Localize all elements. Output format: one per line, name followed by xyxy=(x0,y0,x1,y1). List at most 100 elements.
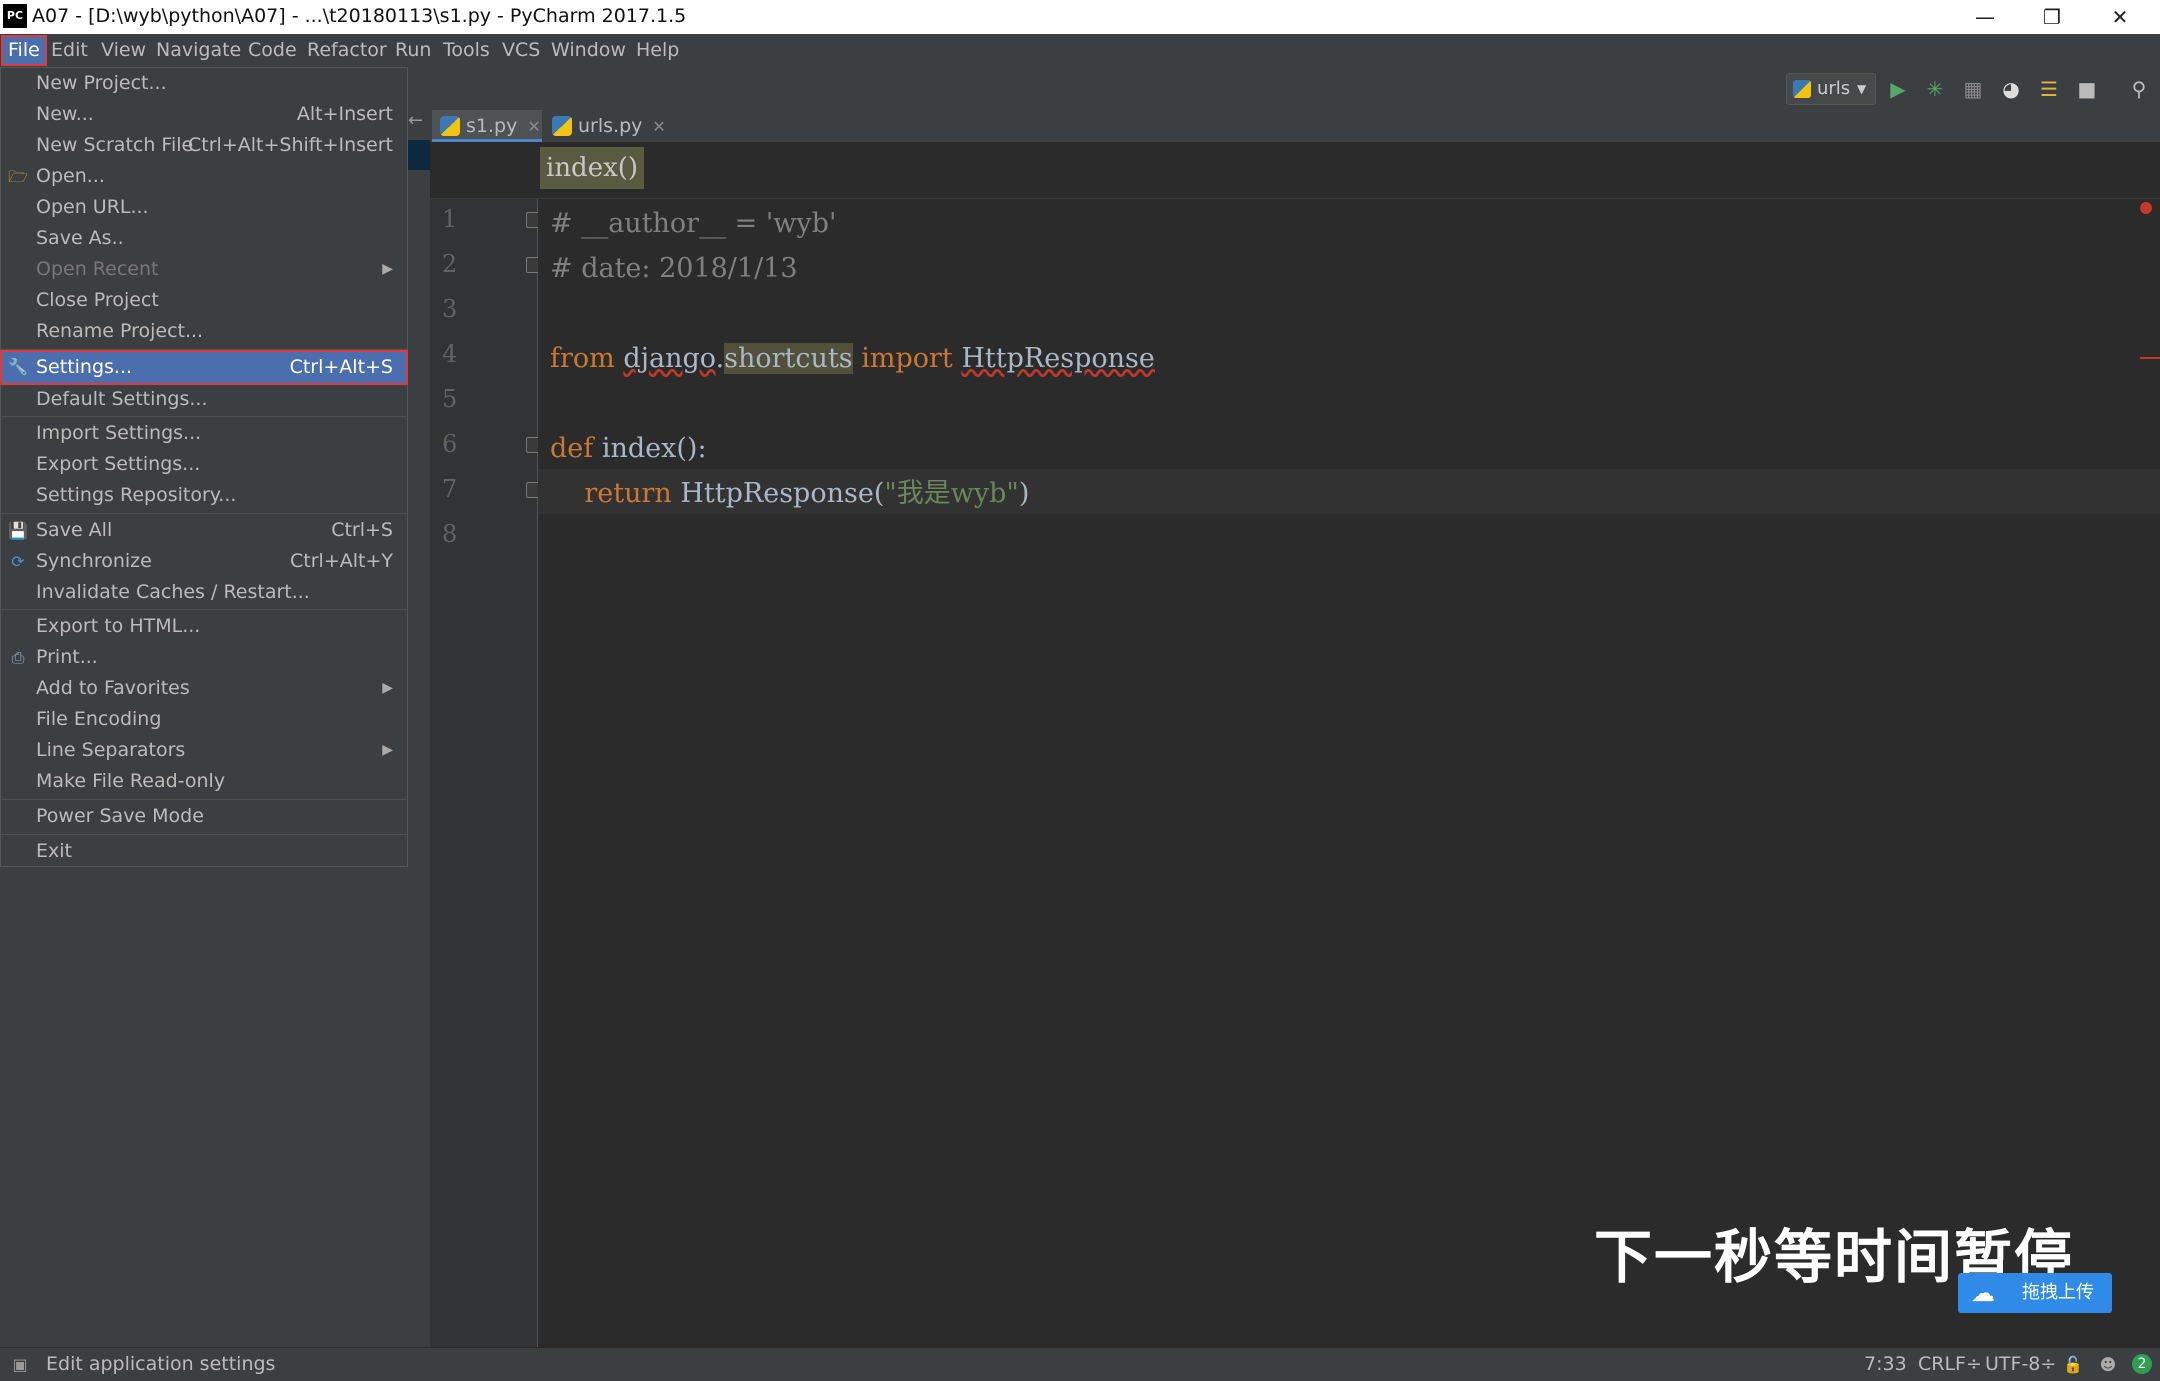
close-tab-icon[interactable]: ✕ xyxy=(652,117,665,136)
line-number: 6 xyxy=(442,430,458,458)
debug-icon[interactable]: ✳ xyxy=(1922,76,1948,102)
close-tab-icon[interactable]: ✕ xyxy=(527,117,540,136)
error-stripe-marker[interactable] xyxy=(2140,357,2160,359)
menu-item-new-project[interactable]: New Project... xyxy=(1,68,407,99)
menu-tools[interactable]: Tools xyxy=(438,37,495,64)
restore-button[interactable]: ❐ xyxy=(2022,0,2082,34)
error-indicator-icon[interactable] xyxy=(2140,202,2152,214)
sync-icon: ⟳ xyxy=(11,552,25,571)
menu-view[interactable]: View xyxy=(96,37,151,64)
menu-separator xyxy=(1,349,407,350)
menu-item-add-to-favorites[interactable]: Add to Favorites ▶ xyxy=(1,673,407,704)
menu-item-file-encoding[interactable]: File Encoding xyxy=(1,704,407,735)
close-window-button[interactable]: ✕ xyxy=(2090,0,2150,34)
menu-refactor[interactable]: Refactor xyxy=(302,37,392,64)
menu-item-make-read-only[interactable]: Make File Read-only xyxy=(1,766,407,797)
concurrency-icon[interactable]: ☰ xyxy=(2036,76,2062,102)
search-icon[interactable]: ⚲ xyxy=(2126,76,2152,102)
code-line-6: def index(): xyxy=(550,433,707,464)
menu-item-power-save-mode[interactable]: Power Save Mode xyxy=(1,801,407,832)
menu-item-new[interactable]: New... Alt+Insert xyxy=(1,99,407,130)
hide-panel-icon[interactable]: ← xyxy=(408,110,428,138)
menu-item-settings[interactable]: 🔧 Settings... Ctrl+Alt+S xyxy=(0,350,408,385)
menu-window[interactable]: Window xyxy=(546,37,631,64)
menu-help[interactable]: Help xyxy=(631,37,684,64)
menu-item-synchronize[interactable]: ⟳ Synchronize Ctrl+Alt+Y xyxy=(1,546,407,577)
menu-separator xyxy=(1,799,407,800)
line-number: 8 xyxy=(442,520,458,548)
line-number: 4 xyxy=(442,340,458,368)
menu-bar: File Edit View Navigate Code Refactor Ru… xyxy=(0,34,2160,67)
menu-item-open-url[interactable]: Open URL... xyxy=(1,192,407,223)
menu-item-export-settings[interactable]: Export Settings... xyxy=(1,449,407,480)
menu-item-export-html[interactable]: Export to HTML... xyxy=(1,611,407,642)
line-number: 2 xyxy=(442,250,458,278)
menu-item-line-separators[interactable]: Line Separators ▶ xyxy=(1,735,407,766)
code-line-7: return HttpResponse("我是wyb") xyxy=(584,478,1030,509)
menu-file[interactable]: File xyxy=(1,35,47,66)
menu-item-rename-project[interactable]: Rename Project... xyxy=(1,316,407,347)
caret-position[interactable]: 7:33 xyxy=(1864,1348,1907,1381)
profile-icon[interactable]: ◕ xyxy=(1998,76,2024,102)
menu-vcs[interactable]: VCS xyxy=(497,37,545,64)
code-line-1: # __author__ = 'wyb' xyxy=(550,208,837,239)
run-config-label: urls xyxy=(1817,78,1851,99)
notification-badge[interactable]: 2 xyxy=(2132,1354,2152,1374)
menu-separator xyxy=(1,416,407,417)
tab-label: s1.py xyxy=(466,115,518,137)
upload-label: 拖拽上传 xyxy=(2022,1282,2094,1303)
selected-tree-row xyxy=(408,140,430,170)
save-icon: 💾 xyxy=(8,521,28,540)
menu-item-save-as[interactable]: Save As.. xyxy=(1,223,407,254)
menu-item-close-project[interactable]: Close Project xyxy=(1,285,407,316)
menu-item-open-recent[interactable]: Open Recent ▶ xyxy=(1,254,407,285)
inspector-icon[interactable]: ☻ xyxy=(2098,1355,2118,1375)
menu-item-import-settings[interactable]: Import Settings... xyxy=(1,418,407,449)
python-file-icon xyxy=(440,116,460,136)
menu-item-invalidate-caches[interactable]: Invalidate Caches / Restart... xyxy=(1,577,407,608)
menu-item-settings-repository[interactable]: Settings Repository... xyxy=(1,480,407,511)
upload-button[interactable]: ☁ 拖拽上传 xyxy=(1958,1273,2112,1313)
menu-navigate[interactable]: Navigate xyxy=(151,37,246,64)
python-icon xyxy=(1793,80,1811,98)
tab-label: urls.py xyxy=(578,115,643,137)
line-gutter: 1 2 3 4 5 6 7 8 xyxy=(430,199,544,1347)
stop-icon[interactable]: ■ xyxy=(2074,76,2100,102)
encoding-select[interactable]: UTF-8÷ xyxy=(1985,1348,2056,1381)
submenu-arrow-icon: ▶ xyxy=(382,680,393,696)
submenu-arrow-icon: ▶ xyxy=(382,742,393,758)
menu-item-print[interactable]: ⎙ Print... xyxy=(1,642,407,673)
submenu-arrow-icon: ▶ xyxy=(382,261,393,277)
breadcrumb-index[interactable]: index() xyxy=(540,147,645,189)
chevron-down-icon: ▼ xyxy=(1857,82,1867,96)
line-number: 7 xyxy=(442,475,458,503)
folder-icon: 🗁 xyxy=(8,167,28,186)
tool-window-icon[interactable]: ▣ xyxy=(10,1355,30,1375)
pycharm-logo-icon: PC xyxy=(3,4,27,28)
code-line-4: from django.shortcuts import HttpRespons… xyxy=(550,343,1155,374)
code-editor[interactable]: # __author__ = 'wyb' # date: 2018/1/13 f… xyxy=(538,199,2160,1347)
menu-separator xyxy=(1,834,407,835)
menu-edit[interactable]: Edit xyxy=(46,37,93,64)
menu-item-save-all[interactable]: 💾 Save All Ctrl+S xyxy=(1,515,407,546)
run-config-select[interactable]: urls ▼ xyxy=(1786,73,1876,105)
minimize-button[interactable]: — xyxy=(1955,0,2015,34)
tab-urls-py[interactable]: urls.py ✕ xyxy=(544,110,698,142)
python-file-icon xyxy=(552,116,572,136)
menu-item-exit[interactable]: Exit xyxy=(1,836,407,867)
line-number: 1 xyxy=(442,205,458,233)
line-separator-select[interactable]: CRLF÷ xyxy=(1918,1348,1982,1381)
lock-icon[interactable]: 🔓 xyxy=(2063,1355,2083,1375)
title-bar: PC A07 - [D:\wyb\python\A07] - ...\t2018… xyxy=(0,0,2160,34)
window-title: A07 - [D:\wyb\python\A07] - ...\t2018011… xyxy=(32,5,687,27)
menu-item-open[interactable]: 🗁 Open... xyxy=(1,161,407,192)
run-icon[interactable]: ▶ xyxy=(1885,76,1911,102)
tab-s1-py[interactable]: s1.py ✕ xyxy=(432,110,542,142)
breadcrumb-bar: index() xyxy=(430,142,2160,199)
menu-item-default-settings[interactable]: Default Settings... xyxy=(1,384,407,415)
menu-code[interactable]: Code xyxy=(243,37,302,64)
coverage-icon[interactable]: ▦ xyxy=(1960,76,1986,102)
menu-item-new-scratch-file[interactable]: New Scratch File Ctrl+Alt+Shift+Insert xyxy=(1,130,407,161)
menu-run[interactable]: Run xyxy=(390,37,436,64)
file-menu-dropdown: New Project... New... Alt+Insert New Scra… xyxy=(0,67,408,867)
